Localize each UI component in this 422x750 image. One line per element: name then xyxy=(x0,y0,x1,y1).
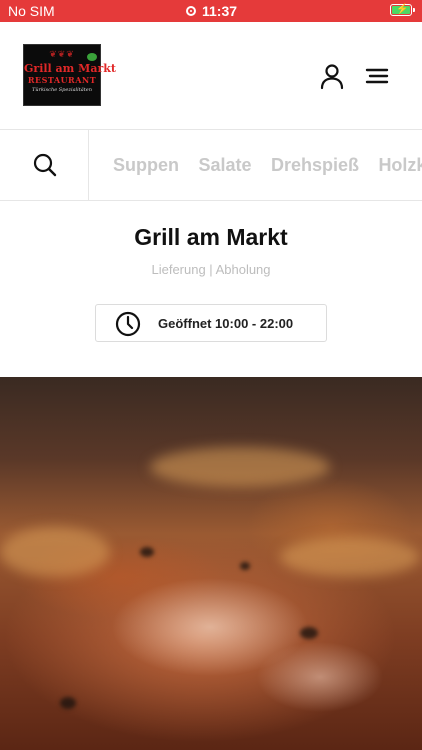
user-icon xyxy=(320,64,344,90)
account-button[interactable] xyxy=(318,62,346,90)
service-options: Lieferung | Abholung xyxy=(151,262,271,277)
status-bar: No SIM 11:37 ⚡ xyxy=(0,0,422,22)
app-header: ❦❦❦ Grill am Markt RESTAURANT Türkische … xyxy=(0,22,422,130)
category-bar: Suppen Salate Drehspieß Holzkohle xyxy=(0,130,422,201)
logo-subtitle: RESTAURANT xyxy=(27,75,97,85)
logo-title: Grill am Markt xyxy=(24,62,116,75)
menu-icon xyxy=(365,68,389,84)
menu-button[interactable] xyxy=(364,64,390,88)
opening-hours-text: Geöffnet 10:00 - 22:00 xyxy=(158,316,294,331)
clock-icon xyxy=(115,311,141,337)
carrier-label: No SIM xyxy=(8,3,55,19)
hero-pizza-image xyxy=(0,377,422,750)
battery-icon: ⚡ xyxy=(390,4,415,16)
recording-icon xyxy=(186,6,196,16)
opening-hours-badge[interactable]: Geöffnet 10:00 - 22:00 xyxy=(95,304,327,342)
category-tab-holzkohle[interactable]: Holzkohle xyxy=(378,130,422,200)
category-tabs: Suppen Salate Drehspieß Holzkohle xyxy=(88,130,422,200)
logo-badge-icon xyxy=(87,53,97,61)
category-tab-drehspiess[interactable]: Drehspieß xyxy=(271,130,359,200)
restaurant-name: Grill am Markt xyxy=(134,224,288,250)
category-tab-salate[interactable]: Salate xyxy=(198,130,251,200)
time-label: 11:37 xyxy=(202,3,238,19)
search-button[interactable] xyxy=(0,130,89,200)
category-tab-suppen[interactable]: Suppen xyxy=(113,130,179,200)
restaurant-logo[interactable]: ❦❦❦ Grill am Markt RESTAURANT Türkische … xyxy=(23,44,116,106)
status-time: 11:37 xyxy=(186,3,237,19)
logo-tagline: Türkische Spezialitäten xyxy=(32,87,92,93)
search-icon xyxy=(33,153,57,177)
